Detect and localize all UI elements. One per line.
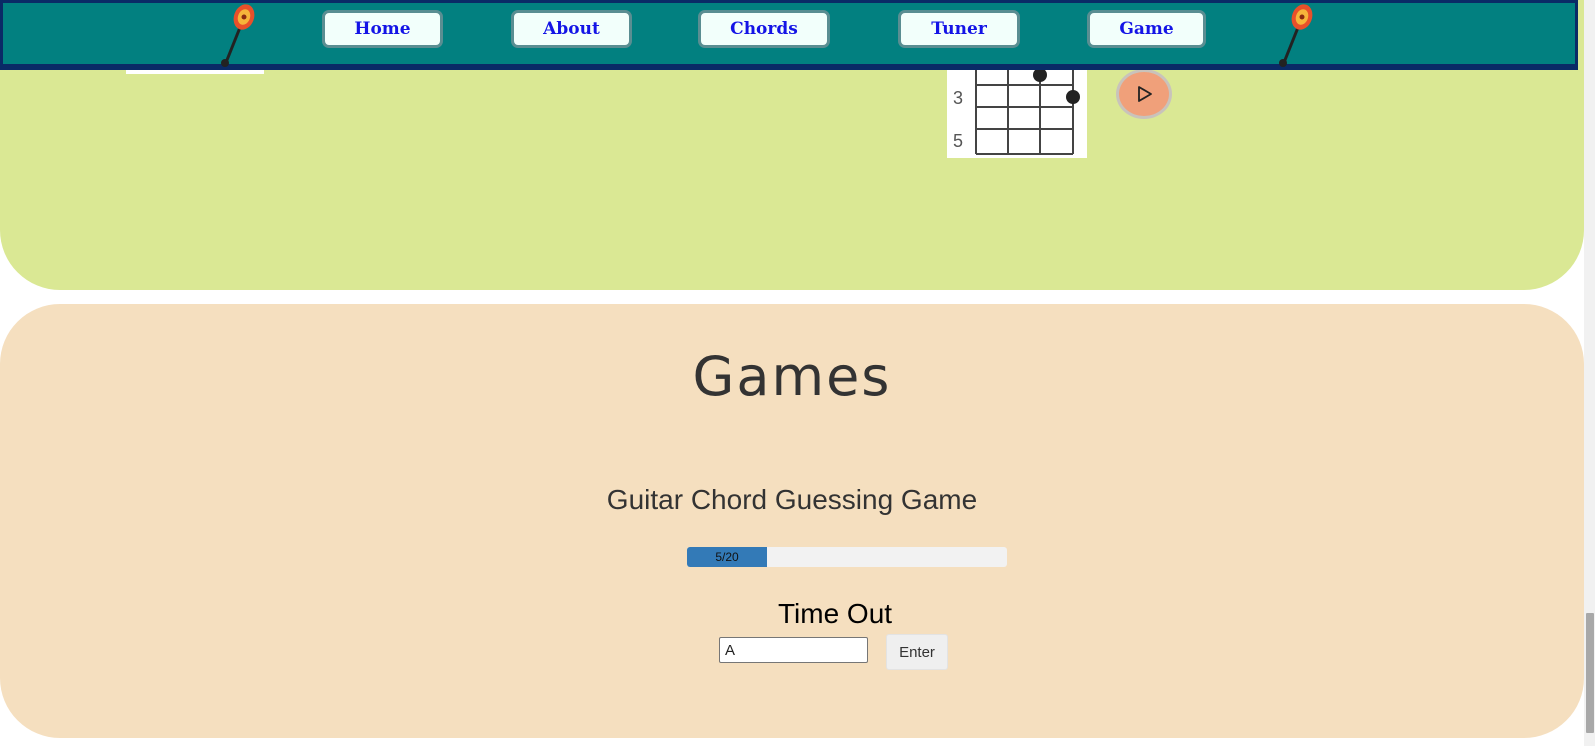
fret-label: 3 xyxy=(953,88,963,108)
scrollbar-thumb[interactable] xyxy=(1586,613,1594,733)
progress-bar: 5/20 xyxy=(687,547,1007,567)
answer-input[interactable] xyxy=(719,637,868,663)
nav-tuner[interactable]: Tuner xyxy=(898,10,1020,48)
finger-dot xyxy=(1066,90,1080,104)
finger-dot xyxy=(1033,68,1047,82)
games-heading: Games xyxy=(692,345,892,408)
fret-label: 5 xyxy=(953,131,963,151)
nav-home[interactable]: Home xyxy=(322,10,443,48)
nav-game[interactable]: Game xyxy=(1087,10,1206,48)
nav-chords[interactable]: Chords xyxy=(698,10,830,48)
enter-button[interactable]: Enter xyxy=(886,634,948,670)
top-nav: Home About Chords Tuner Game xyxy=(0,0,1578,70)
game-status: Time Out xyxy=(777,598,893,629)
guitar-icon xyxy=(1279,4,1313,67)
play-chord-button[interactable] xyxy=(1116,69,1172,119)
game-title: Guitar Chord Guessing Game xyxy=(606,484,978,515)
section-divider xyxy=(126,70,264,74)
play-icon xyxy=(1138,86,1152,102)
progress-fill: 5/20 xyxy=(687,547,767,567)
nav-about[interactable]: About xyxy=(511,10,632,48)
progress-text: 5/20 xyxy=(715,550,739,564)
chord-diagram: 3 5 xyxy=(947,68,1087,158)
guitar-icon xyxy=(221,4,255,67)
